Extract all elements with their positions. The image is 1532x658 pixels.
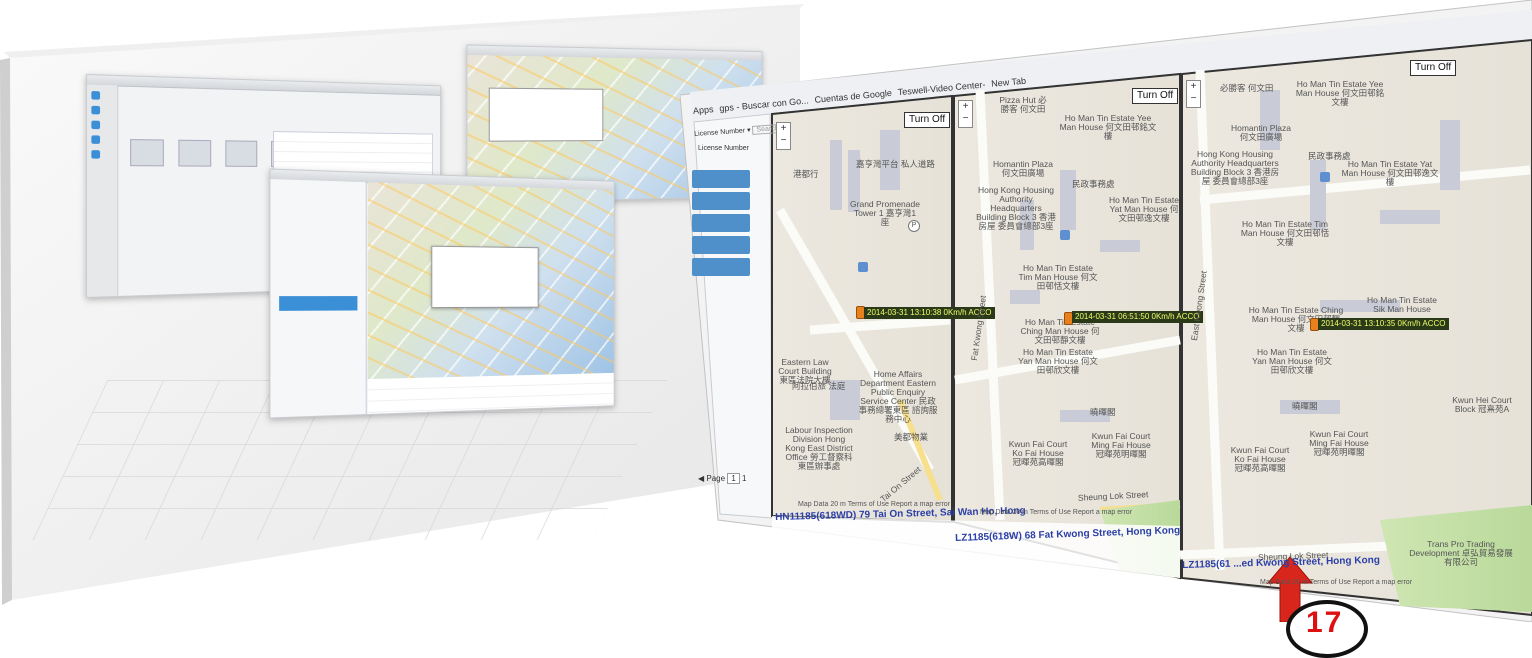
vehicle-list-item[interactable] [692, 214, 750, 232]
map-label: Pizza Hut 必勝客 何文田 [999, 95, 1047, 114]
map-label: Ho Man Tin Estate Tim Man House 何文田邨恬文樓 [1240, 219, 1330, 247]
map-label: Kwun Fai Court Ming Fai House 冠暉苑明暉閣 [1091, 431, 1151, 459]
bookmark-gps-search[interactable]: gps - Buscar con Go... [719, 95, 809, 113]
map-label: 阿拉伯旅 法庭 [792, 381, 846, 391]
vehicle-list-item[interactable] [692, 258, 750, 276]
bookmark-apps[interactable]: Apps [693, 104, 714, 116]
map-label: Ho Man Tin Estate Sik Man House [1367, 295, 1437, 314]
map-label: Hong Kong Housing Authority Headquarters… [976, 185, 1056, 231]
map-label: 嘉亨灣平台 私人道路 [856, 159, 935, 169]
map-label: Kwun Hei Court Block 冠熹苑A [1452, 395, 1512, 414]
map-label: Trans Pro Trading Development 卓弘貿易發展 有限公… [1409, 539, 1513, 567]
zoom-control[interactable]: + − [776, 122, 791, 150]
map-label: Homantin Plaza 何文田廣場 [992, 159, 1053, 178]
zoom-control[interactable]: + − [1186, 80, 1201, 108]
map-label: Kwun Fai Court Ko Fai House 冠暉苑高暉閣 [1230, 445, 1290, 473]
vehicle-list-item[interactable] [692, 170, 750, 188]
turn-off-button[interactable]: Turn Off [1132, 88, 1179, 104]
map-attribution: Map Data 20 m Terms of Use Report a map … [1260, 579, 1413, 586]
prev-page-icon[interactable]: ◀ [698, 474, 704, 483]
map-screenshot-front [269, 168, 615, 419]
map-label: Ho Man Tin Estate Yat Man House 何文田邨逸文樓 [1341, 159, 1439, 187]
turn-off-button[interactable]: Turn Off [904, 112, 951, 128]
turn-off-button[interactable]: Turn Off [1410, 60, 1457, 76]
page-input[interactable]: 1 [727, 473, 740, 484]
vehicle-list-item[interactable] [692, 192, 750, 210]
parking-icon: P [908, 220, 920, 232]
map-attribution: Map Data 20 m Terms of Use Report a map … [980, 509, 1133, 516]
map-label: 港都行 [793, 169, 819, 179]
sidebar-pager: ◀ Page 1 1 [698, 473, 747, 484]
step-number-badge: 17 [1286, 600, 1368, 658]
map-label: Homantin Plaza 何文田廣場 [1230, 123, 1291, 142]
map-label: Ho Man Tin Estate Tim Man House 何文田邨恬文樓 [1018, 263, 1098, 291]
sidebar-column-header: License Number [698, 145, 749, 152]
map-label: Hong Kong Housing Authority Headquarters… [1190, 149, 1280, 186]
map-label: Kwun Fai Court Ming Fai House 冠暉苑明暉閣 [1309, 429, 1369, 457]
map-label: Home Affairs Department Eastern Public E… [858, 369, 938, 424]
map-label: Ho Man Tin Estate Yan Man House 何文田邨欣文樓 [1018, 347, 1098, 375]
map-label: Ho Man Tin Estate Yat Man House 何文田邨逸文樓 [1109, 195, 1179, 223]
map-label: 曉暉閣 [1292, 401, 1318, 411]
map-label: Labour Inspection Division Hong Kong Eas… [785, 425, 853, 471]
bookmark-google-accounts[interactable]: Cuentas de Google [814, 88, 892, 105]
map-label: Kwun Fai Court Ko Fai House 冠暉苑高暉閣 [1008, 439, 1068, 467]
vehicle-track-label: 2014-03-31 13:10:35 0Km/h ACCO [1318, 318, 1449, 330]
bus-stop-icon [858, 262, 868, 272]
map-label: Ho Man Tin Estate Yan Man House 何文田邨欣文樓 [1252, 347, 1332, 375]
map-label: 曉暉閣 [1090, 407, 1116, 417]
map-label: 民政事務處 [1072, 179, 1115, 189]
vehicle-list-item[interactable] [692, 236, 750, 254]
zoom-control[interactable]: + − [958, 100, 973, 128]
map-label: 美都物業 [894, 432, 929, 442]
map-label: Ho Man Tin Estate Yee Man House 何文田邨銘文樓 [1295, 79, 1385, 107]
browser-window: Apps gps - Buscar con Go... Cuentas de G… [680, 0, 1532, 622]
vehicle-track-label: 2014-03-31 06:51:50 0Km/h ACCO [1072, 311, 1203, 323]
map-label: Ho Man Tin Estate Yee Man House 何文田邨銘文樓 [1059, 113, 1157, 141]
bus-stop-icon [1320, 172, 1330, 182]
bus-stop-icon [1060, 230, 1070, 240]
map-label: 必勝客 何文田 [1220, 83, 1274, 93]
